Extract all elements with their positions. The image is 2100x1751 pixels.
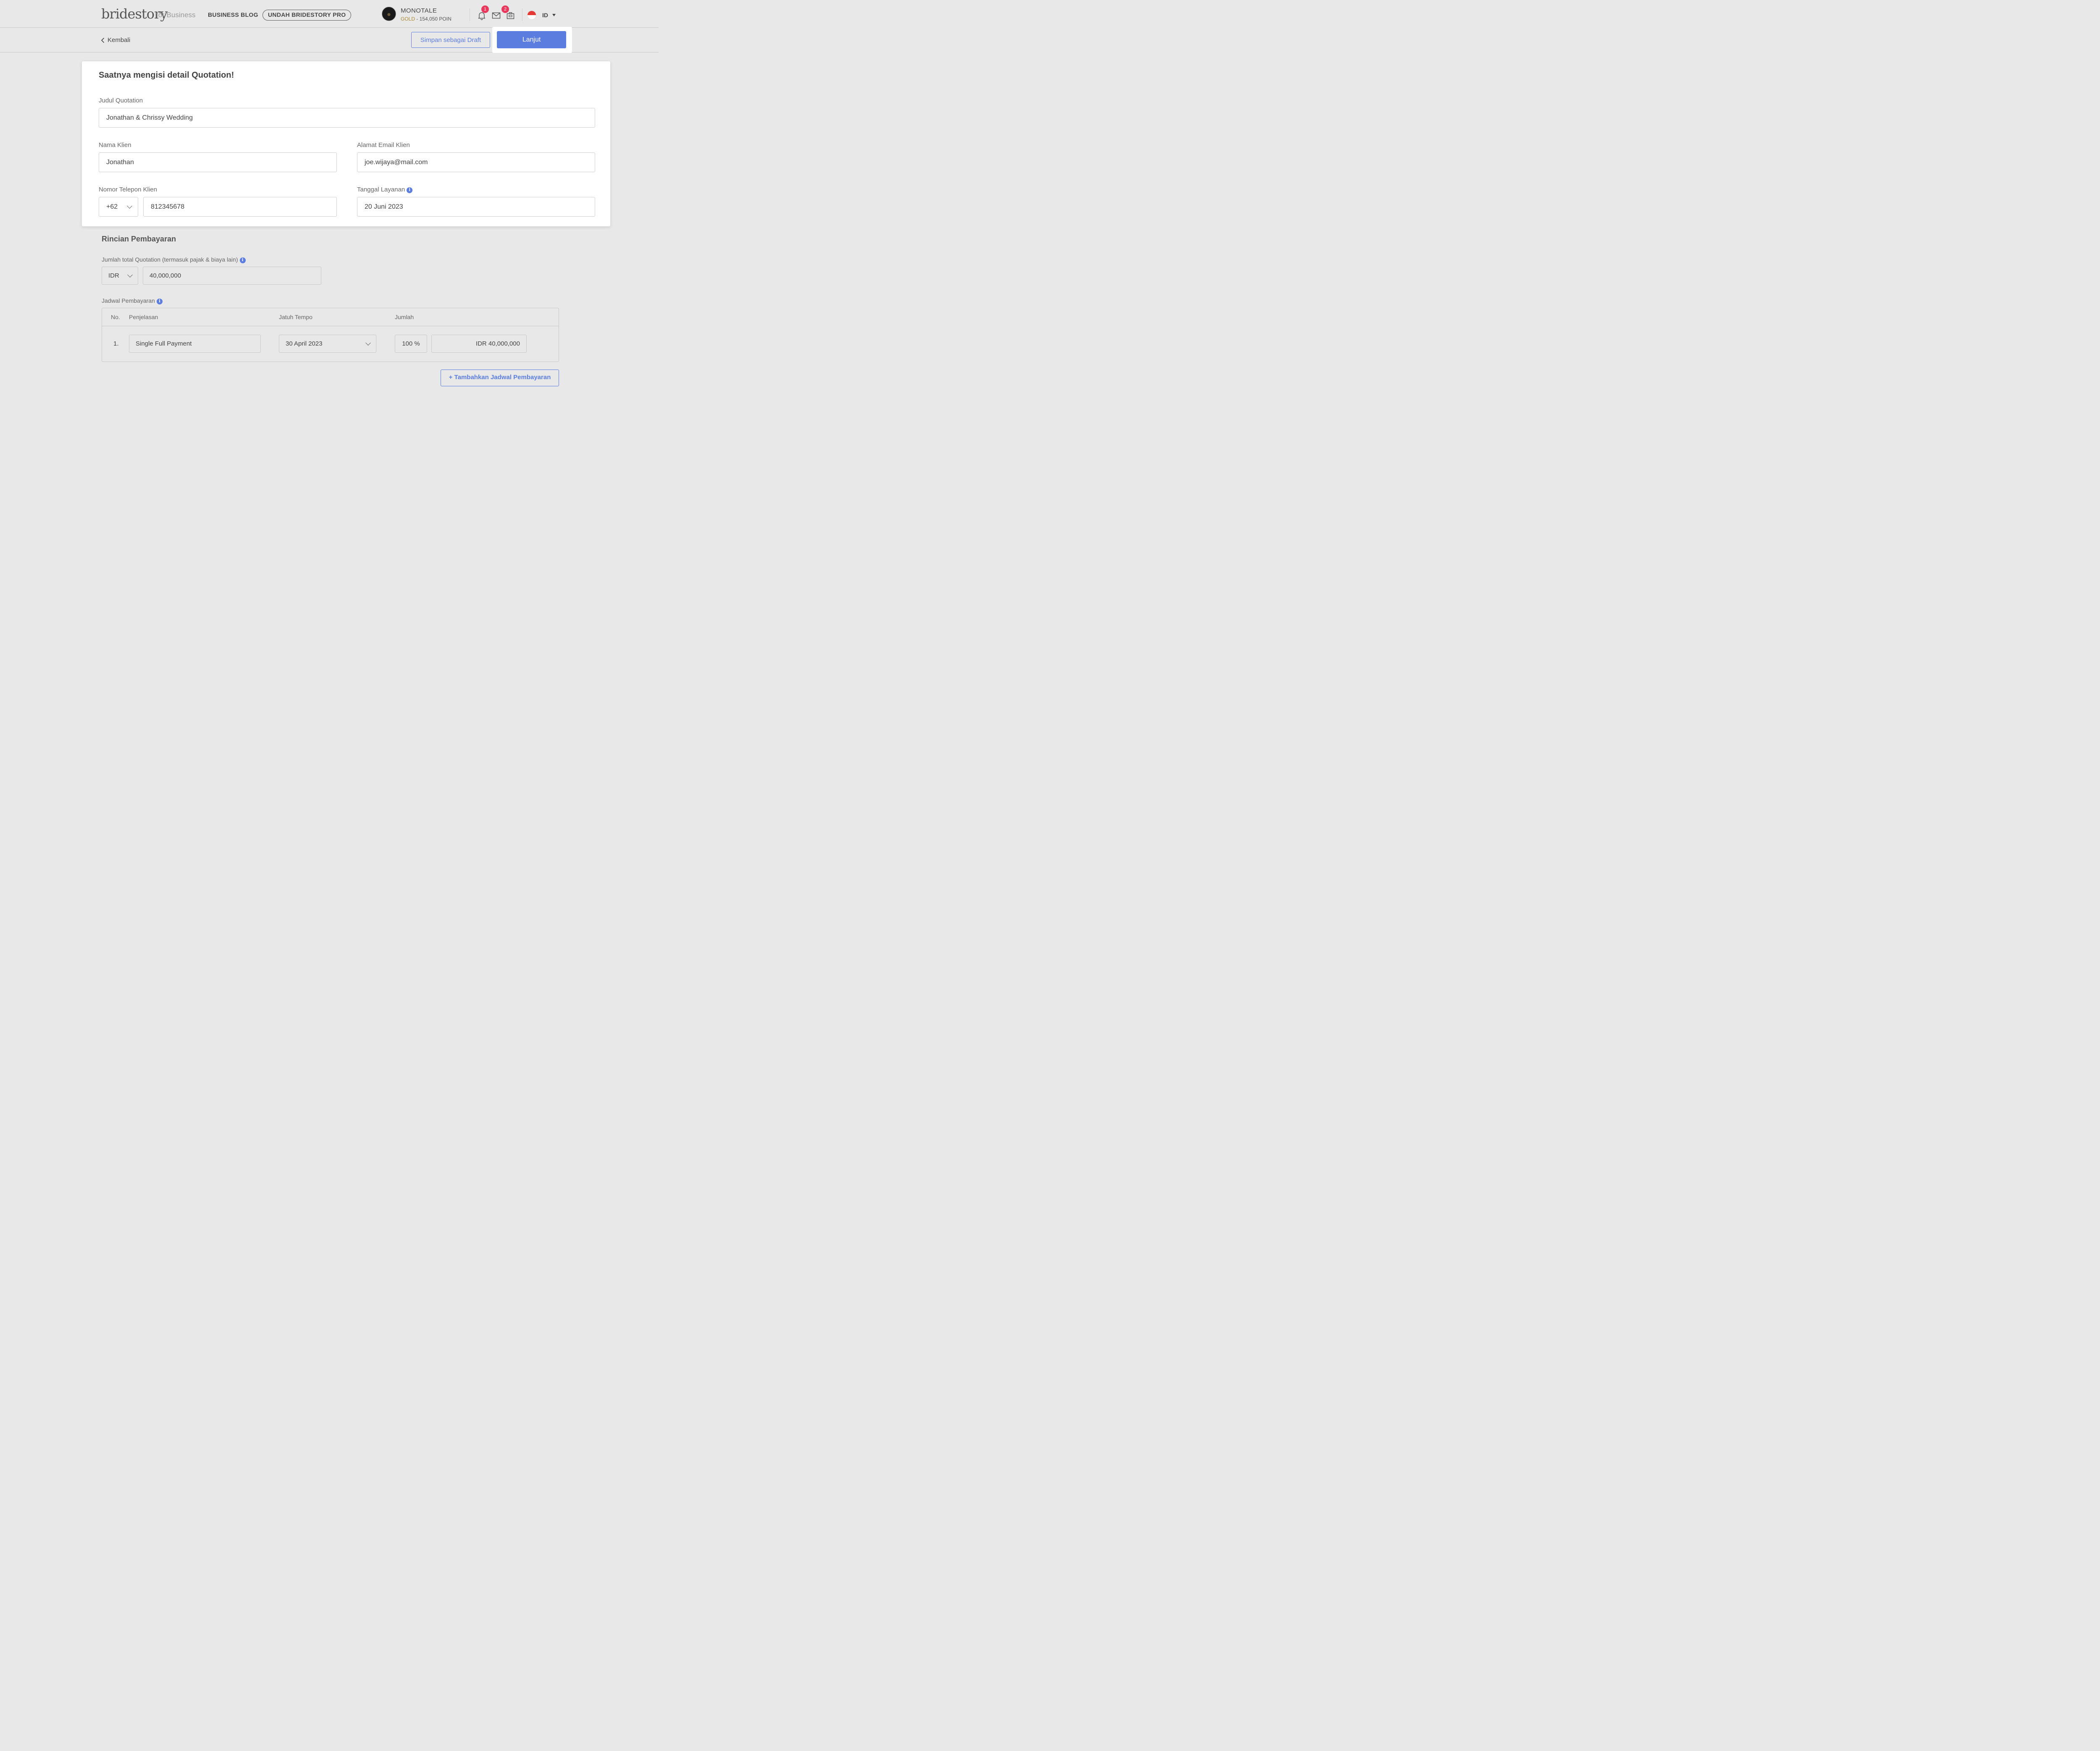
column-header-no: No. [111, 314, 120, 320]
row-due-date-value: 30 April 2023 [286, 340, 323, 347]
service-date-label: Tanggal Layanan i [357, 186, 413, 193]
info-icon[interactable]: i [239, 257, 246, 263]
chevron-down-icon [365, 340, 371, 346]
vendor-tier: GOLD - 154,050 POIN [401, 16, 452, 22]
row-description-input[interactable]: Single Full Payment [129, 335, 261, 353]
currency-value: IDR [108, 272, 119, 279]
chevron-left-icon [101, 37, 105, 43]
payment-section-title: Rincian Pembayaran [102, 235, 176, 243]
row-amount-input[interactable]: IDR 40,000,000 [431, 335, 527, 353]
total-amount-input[interactable]: 40,000,000 [143, 267, 321, 285]
bridestory-pro-link[interactable]: UNDAH BRIDESTORY PRO [262, 10, 352, 21]
client-phone-input[interactable]: 812345678 [143, 197, 337, 217]
notification-badge: 1 [481, 5, 489, 13]
payment-schedule-label-text: Jadwal Pembayaran [102, 297, 155, 304]
client-name-label: Nama Klien [99, 142, 131, 149]
add-payment-schedule-button[interactable]: + Tambahkan Jadwal Pembayaran [441, 370, 559, 386]
info-icon[interactable]: i [156, 299, 163, 304]
indonesia-flag-icon[interactable] [527, 10, 536, 20]
phone-code-select[interactable]: +62 [99, 197, 138, 217]
card-title: Saatnya mengisi detail Quotation! [99, 71, 234, 80]
total-amount-label: Jumlah total Quotation (termasuk pajak &… [102, 256, 246, 263]
back-label: Kembali [108, 37, 131, 44]
language-selector[interactable]: ID [542, 12, 548, 18]
vendor-name[interactable]: MONOTALE [401, 7, 437, 14]
top-header: bridestory for Business BUSINESS BLOG UN… [0, 0, 659, 28]
mail-icon[interactable] [492, 12, 501, 21]
client-email-label: Alamat Email Klien [357, 142, 410, 149]
briefcase-icon[interactable] [506, 11, 515, 21]
save-draft-button[interactable]: Simpan sebagai Draft [411, 32, 490, 48]
quotation-title-input[interactable]: Jonathan & Chrissy Wedding [99, 108, 595, 128]
back-link[interactable]: Kembali [101, 37, 130, 44]
column-header-description: Penjelasan [129, 314, 158, 320]
table-header: No. Penjelasan Jatuh Tempo Jumlah [102, 308, 559, 326]
column-header-due-date: Jatuh Tempo [279, 314, 312, 320]
chevron-down-icon [127, 272, 133, 278]
column-header-amount: Jumlah [395, 314, 414, 320]
business-blog-link[interactable]: BUSINESS BLOG [208, 11, 258, 18]
client-email-input[interactable]: joe.wijaya@mail.com [357, 152, 595, 172]
total-amount-label-text: Jumlah total Quotation (termasuk pajak &… [102, 256, 238, 263]
chevron-down-icon [127, 203, 132, 209]
payment-schedule-label: Jadwal Pembayaran i [102, 297, 163, 304]
row-due-date-select[interactable]: 30 April 2023 [279, 335, 376, 353]
quotation-title-label: Judul Quotation [99, 97, 143, 104]
phone-code-value: +62 [106, 203, 118, 210]
quotation-detail-card: Saatnya mengisi detail Quotation! Judul … [82, 61, 610, 226]
row-number: 1. [113, 340, 119, 347]
caret-down-icon[interactable] [552, 14, 556, 16]
points-label: - 154,050 POIN [415, 16, 452, 22]
service-date-input[interactable]: 20 Juni 2023 [357, 197, 595, 217]
row-percent-input[interactable]: 100 % [395, 335, 427, 353]
next-button[interactable]: Lanjut [497, 31, 566, 48]
vendor-avatar[interactable] [382, 7, 396, 21]
info-icon[interactable]: i [407, 187, 413, 193]
client-name-input[interactable]: Jonathan [99, 152, 337, 172]
payment-schedule-table: No. Penjelasan Jatuh Tempo Jumlah 1. Sin… [102, 308, 559, 362]
client-phone-label: Nomor Telepon Klien [99, 186, 157, 193]
service-date-label-text: Tanggal Layanan [357, 186, 405, 193]
next-button-highlight: Lanjut [492, 27, 572, 53]
tier-label: GOLD [401, 16, 415, 22]
currency-select[interactable]: IDR [102, 267, 138, 285]
logo-subtitle: for Business [156, 11, 196, 19]
